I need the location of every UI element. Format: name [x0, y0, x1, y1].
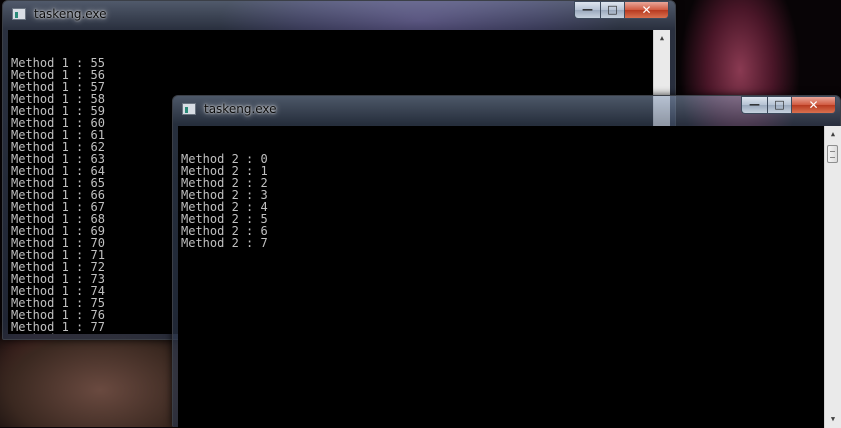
- console-output[interactable]: Method 2 : 0 Method 2 : 1 Method 2 : 2 Meth…: [178, 126, 841, 428]
- scroll-up-arrow-icon[interactable]: ▲: [825, 126, 841, 143]
- console-window-2[interactable]: taskeng.exe — □ ✕ Method 2 : 0 Method 2 :…: [172, 95, 841, 428]
- console-line: Method 2 : 4: [181, 200, 268, 214]
- scroll-thumb[interactable]: [827, 145, 838, 163]
- window-title: taskeng.exe: [34, 7, 107, 21]
- console-line: Method 2 : 1: [181, 164, 268, 178]
- caption-buttons: — □ ✕: [574, 1, 669, 20]
- scroll-up-arrow-icon[interactable]: ▲: [654, 30, 670, 47]
- scroll-down-arrow-icon[interactable]: ▼: [825, 411, 841, 428]
- console-line: Method 1 : 57: [11, 80, 105, 94]
- maximize-button[interactable]: □: [600, 1, 625, 19]
- close-button[interactable]: ✕: [792, 96, 836, 114]
- maximize-button[interactable]: □: [767, 96, 792, 114]
- title-bar[interactable]: taskeng.exe — □ ✕: [173, 96, 840, 124]
- minimize-button[interactable]: —: [741, 96, 767, 114]
- console-app-icon[interactable]: [182, 103, 196, 115]
- title-bar[interactable]: taskeng.exe — □ ✕: [3, 1, 675, 29]
- minimize-button[interactable]: —: [574, 1, 600, 19]
- console-line: Method 2 : 0: [181, 152, 268, 166]
- console-line: Method 2 : 7: [181, 236, 268, 250]
- console-line: Method 1 : 55: [11, 56, 105, 70]
- window-title: taskeng.exe: [204, 102, 277, 116]
- console-line: Method 2 : 5: [181, 212, 268, 226]
- console-app-icon[interactable]: [12, 8, 26, 20]
- vertical-scrollbar[interactable]: ▲ ▼: [824, 126, 841, 428]
- console-line: Method 2 : 3: [181, 188, 268, 202]
- console-line: Method 2 : 6: [181, 224, 268, 238]
- console-line: Method 2 : 2: [181, 176, 268, 190]
- console-line: Method 1 : 56: [11, 68, 105, 82]
- close-button[interactable]: ✕: [625, 1, 669, 19]
- caption-buttons: — □ ✕: [741, 96, 836, 115]
